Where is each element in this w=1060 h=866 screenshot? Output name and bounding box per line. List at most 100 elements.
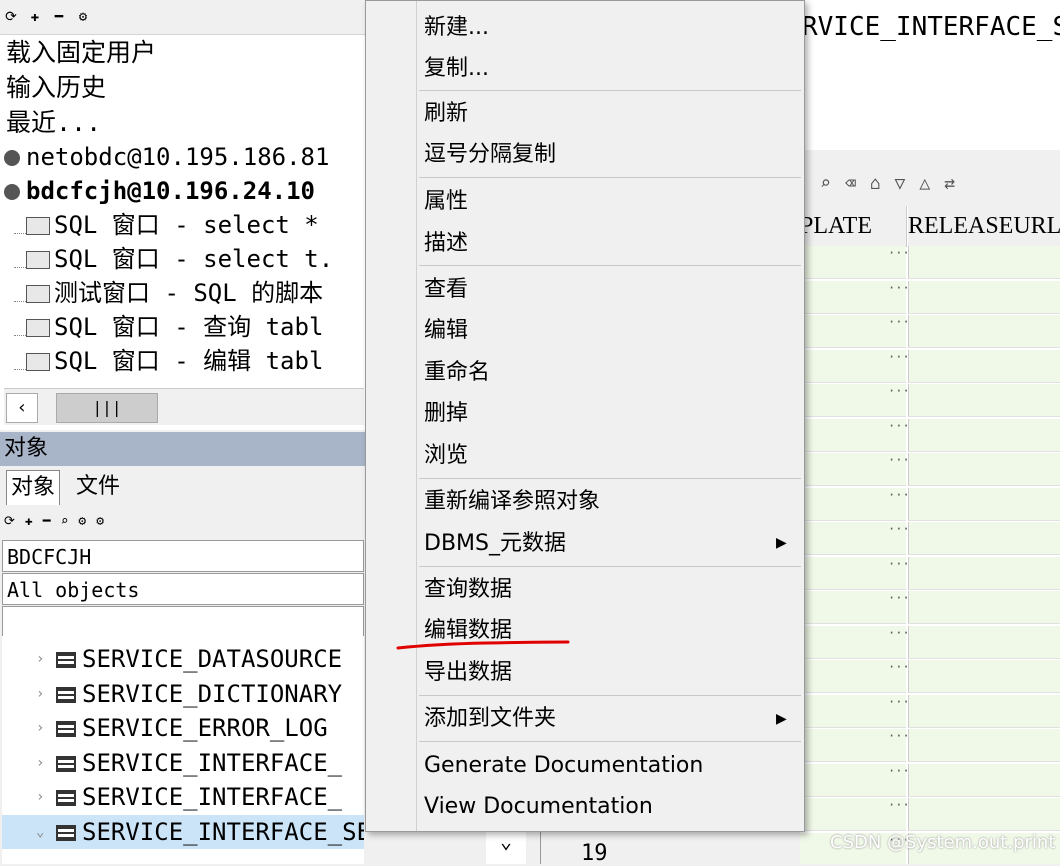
scroll-left-icon[interactable]: ‹ (6, 393, 38, 423)
context-menu: 新建... 复制... 刷新 逗号分隔复制 属性 描述 查看 编辑 重命名 删掉… (365, 0, 805, 832)
objects-panel-title: 对象 (0, 432, 366, 466)
grid-toolbar: ⌕ ⌫ ⌂ ▽ △ ⇄ (800, 160, 1060, 206)
menu-item-new[interactable]: 新建... (424, 13, 489, 43)
sort-up-icon[interactable]: △ (919, 173, 930, 194)
menu-item-copy-comma[interactable]: 逗号分隔复制 (424, 140, 556, 170)
horizontal-scrollbar[interactable]: ‹ ||| (4, 388, 364, 425)
refresh-icon[interactable]: ⟳ (4, 9, 18, 25)
filter-select[interactable]: All objects (2, 573, 364, 605)
connection-item-active[interactable]: bdcfcjh@10.196.24.10 (0, 174, 366, 208)
window-item[interactable]: SQL 窗口 - 查询 tabl (0, 310, 366, 344)
menu-item-describe[interactable]: 描述 (424, 229, 468, 259)
grid-row[interactable]: ··· (800, 763, 1060, 797)
window-icon (26, 217, 50, 235)
grid-row[interactable]: ··· (800, 487, 1060, 521)
table-item[interactable]: › SERVICE_INTERFACE_ (2, 780, 364, 815)
window-icon (26, 319, 50, 337)
find-icon[interactable]: ⌕ (61, 514, 69, 529)
database-icon (4, 184, 20, 200)
grid-row[interactable]: ··· (800, 729, 1060, 762)
tab-files[interactable]: 文件 (72, 470, 124, 504)
column-header[interactable]: PLATE (800, 206, 907, 247)
add-icon[interactable]: ✚ (25, 514, 33, 529)
grid-row[interactable]: ··· (800, 625, 1060, 659)
result-grid: PLATE RELEASEURL ··· ··· ··· ··· ··· ··· ··· ··… (800, 206, 1060, 864)
grid-row[interactable]: ··· (800, 453, 1060, 486)
menu-item-export-data[interactable]: 导出数据 (424, 658, 512, 688)
refresh-icon[interactable]: ⟳ (4, 514, 15, 529)
grid-row[interactable]: ··· (800, 384, 1060, 417)
sort-down-icon[interactable]: ▽ (895, 173, 906, 194)
column-header[interactable]: RELEASEURL (908, 206, 1060, 247)
editor-title-area: RVICE_INTERFACE_S (800, 0, 1060, 150)
remove-icon[interactable]: ━ (43, 514, 51, 529)
table-item[interactable]: › SERVICE_DATASOURCE (2, 642, 364, 677)
menu-item-view[interactable]: 查看 (424, 275, 468, 305)
objects-tabs: 对象 文件 (0, 466, 366, 506)
grid-row[interactable]: ··· (800, 660, 1060, 693)
database-icon (4, 150, 20, 166)
menu-item-rename[interactable]: 重命名 (424, 358, 490, 388)
clear-icon[interactable]: ⌫ (845, 173, 856, 194)
menu-item-drop[interactable]: 删掉 (424, 399, 468, 429)
properties-icon[interactable]: ⚙ (96, 514, 104, 529)
table-item[interactable]: › SERVICE_INTERFACE_ (2, 746, 364, 781)
connect-icon[interactable]: ⇄ (944, 173, 955, 194)
editor-title: RVICE_INTERFACE_S (802, 12, 1060, 42)
menu-item-copy[interactable]: 复制... (424, 54, 489, 84)
table-icon (56, 652, 76, 668)
connection-item[interactable]: netobdc@10.195.186.81 (0, 140, 366, 174)
table-icon (56, 686, 76, 703)
menu-item-recompile[interactable]: 重新编译参照对象 (424, 487, 600, 517)
add-icon[interactable]: ✚ (28, 9, 42, 25)
grid-row[interactable]: ··· (800, 798, 1060, 831)
window-item[interactable]: SQL 窗口 - select * (0, 208, 366, 242)
menu-item-edit[interactable]: 编辑 (424, 316, 468, 346)
menu-item-generate-documentation[interactable]: Generate Documentation (424, 751, 703, 781)
menu-item-refresh[interactable]: 刷新 (424, 99, 468, 129)
tab-objects[interactable]: 对象 (6, 470, 61, 505)
row-number: 19 (581, 841, 608, 866)
menu-item-view-documentation[interactable]: View Documentation (424, 792, 653, 822)
filter-icon[interactable]: ⚙ (78, 514, 86, 529)
connections-toolbar: ⟳ ✚ ━ ⚙ (0, 0, 366, 35)
table-icon (56, 824, 76, 841)
submenu-arrow-icon: ▶ (776, 711, 787, 727)
menu-item-add-to-folder[interactable]: 添加到文件夹 (424, 704, 556, 734)
remove-icon[interactable]: ━ (52, 9, 66, 25)
scroll-thumb[interactable]: ||| (56, 393, 158, 423)
find-icon[interactable]: ⌕ (820, 173, 831, 194)
history-item[interactable]: 输入历史 (0, 70, 366, 105)
user-select[interactable]: BDCFCJH (2, 540, 364, 572)
menu-item-query-data[interactable]: 查询数据 (424, 575, 512, 605)
grid-row[interactable]: ··· (800, 280, 1060, 314)
grid-row[interactable]: ··· (800, 418, 1060, 452)
window-item[interactable]: SQL 窗口 - select t. (0, 242, 366, 276)
menu-item-dbms-metadata[interactable]: DBMS_元数据 (424, 529, 566, 559)
menu-item-properties[interactable]: 属性 (424, 187, 468, 217)
window-icon (26, 285, 50, 303)
table-icon (56, 755, 76, 772)
red-underline-annotation (396, 640, 570, 650)
grid-row[interactable]: ··· (800, 246, 1060, 279)
search-input[interactable] (2, 606, 364, 638)
table-item-selected[interactable]: ⌄SERVICE_INTERFACE_SETTING (2, 814, 364, 849)
grid-row[interactable]: ··· (800, 315, 1060, 348)
history-item[interactable]: 载入固定用户 (0, 35, 366, 70)
table-item[interactable]: › SERVICE_DICTIONARY (2, 677, 364, 712)
grid-row[interactable]: ··· (800, 349, 1060, 383)
post-icon[interactable]: ⌂ (870, 173, 881, 194)
table-item[interactable]: › SERVICE_ERROR_LOG (2, 711, 364, 746)
grid-row[interactable]: ··· (800, 694, 1060, 728)
properties-icon[interactable]: ⚙ (76, 9, 90, 25)
grid-row[interactable]: ··· (800, 522, 1060, 555)
connections-panel: ⟳ ✚ ━ ⚙ 载入固定用户 输入历史 最近... netobdc@10.195… (0, 0, 367, 430)
objects-toolbar: ⟳ ✚ ━ ⌕ ⚙ ⚙ (0, 506, 370, 536)
menu-item-browse[interactable]: 浏览 (424, 441, 468, 471)
table-icon (56, 721, 76, 737)
history-item[interactable]: 最近... (0, 105, 366, 140)
window-item[interactable]: SQL 窗口 - 编辑 tabl (0, 344, 366, 378)
window-item[interactable]: 测试窗口 - SQL 的脚本 (0, 276, 366, 310)
grid-row[interactable]: ··· (800, 591, 1060, 624)
grid-row[interactable]: ··· (800, 556, 1060, 590)
